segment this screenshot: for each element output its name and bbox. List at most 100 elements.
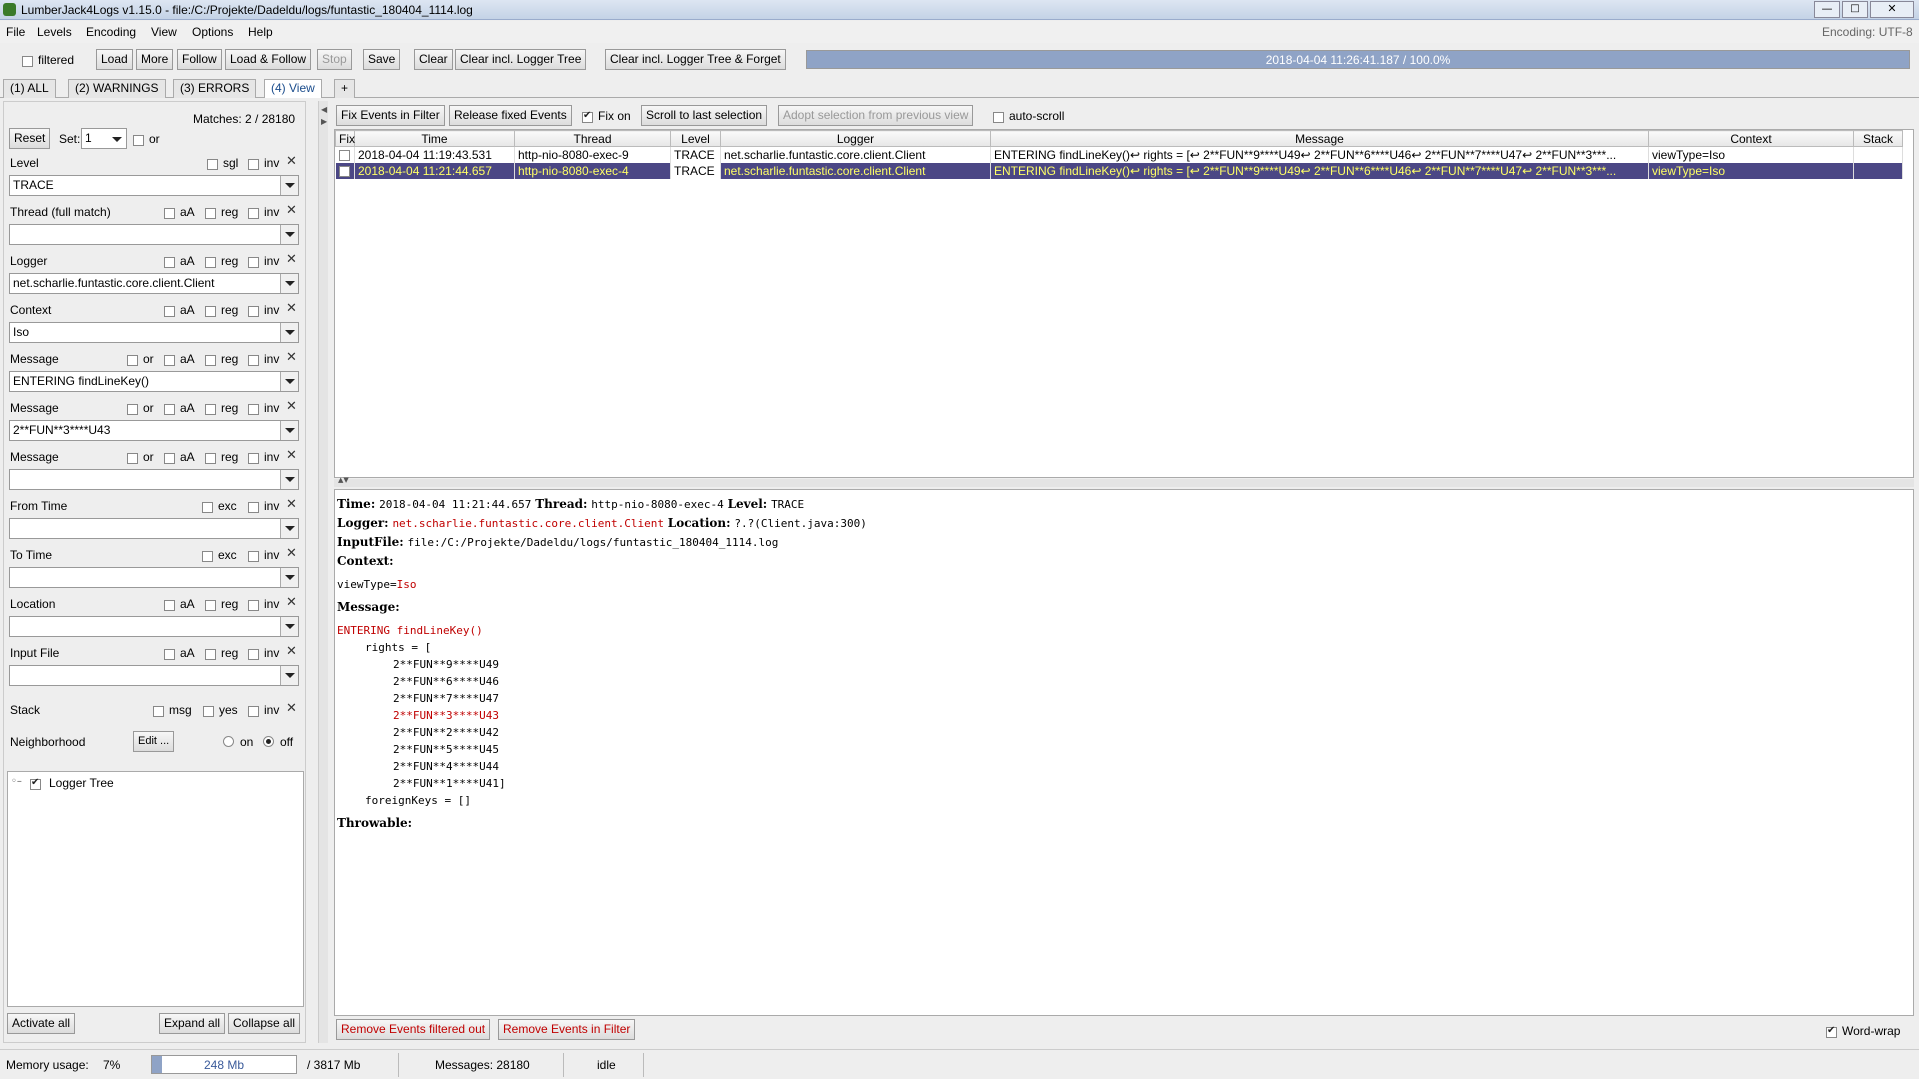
- location-reg-checkbox[interactable]: [205, 598, 216, 611]
- stop-button[interactable]: Stop: [317, 49, 352, 70]
- message2-aA-checkbox[interactable]: [164, 402, 175, 415]
- input-file-reg-checkbox[interactable]: [205, 647, 216, 660]
- clear-button[interactable]: Clear: [414, 49, 453, 70]
- tab-warnings[interactable]: (2) WARNINGS: [68, 79, 166, 98]
- load-follow-button[interactable]: Load & Follow: [225, 49, 312, 70]
- word-wrap-checkbox[interactable]: [1826, 1025, 1837, 1038]
- column-header-time[interactable]: Time: [354, 130, 515, 147]
- close-icon[interactable]: ✕: [286, 203, 297, 218]
- tab-errors[interactable]: (3) ERRORS: [173, 79, 257, 98]
- message1-reg-checkbox[interactable]: [205, 353, 216, 366]
- close-icon[interactable]: ✕: [286, 350, 297, 365]
- to-time-inv-checkbox[interactable]: [248, 549, 259, 562]
- filtered-checkbox[interactable]: [22, 54, 33, 67]
- release-fixed-events-button[interactable]: Release fixed Events: [449, 105, 572, 126]
- column-header-context[interactable]: Context: [1648, 130, 1854, 147]
- expand-right-icon[interactable]: ▶: [321, 117, 327, 126]
- neighborhood-on-radio[interactable]: [223, 736, 234, 747]
- close-icon[interactable]: ✕: [286, 497, 297, 512]
- expand-all-button[interactable]: Expand all: [159, 1013, 226, 1034]
- input-file-aA-checkbox[interactable]: [164, 647, 175, 660]
- message3-or-checkbox[interactable]: [127, 451, 138, 464]
- message3-reg-checkbox[interactable]: [205, 451, 216, 464]
- stack-yes-checkbox[interactable]: [203, 704, 214, 717]
- logger-input[interactable]: net.scharlie.funtastic.core.client.Clien…: [9, 273, 299, 294]
- message2-or-checkbox[interactable]: [127, 402, 138, 415]
- context-aA-checkbox[interactable]: [164, 304, 175, 317]
- close-icon[interactable]: ✕: [286, 448, 297, 463]
- message1-inv-checkbox[interactable]: [248, 353, 259, 366]
- level-select[interactable]: TRACE: [9, 175, 299, 196]
- tab-view[interactable]: (4) View: [264, 79, 322, 98]
- add-tab-button[interactable]: +: [334, 79, 356, 98]
- to-time-exc-checkbox[interactable]: [202, 549, 213, 562]
- activate-all-button[interactable]: Activate all: [7, 1013, 76, 1034]
- follow-button[interactable]: Follow: [177, 49, 222, 70]
- logger-aA-checkbox[interactable]: [164, 255, 175, 268]
- vertical-splitter[interactable]: ◀ ▶: [318, 101, 328, 1043]
- tab-all[interactable]: (1) ALL: [3, 79, 56, 98]
- collapse-all-button[interactable]: Collapse all: [228, 1013, 301, 1034]
- scroll-to-last-selection-button[interactable]: Scroll to last selection: [641, 105, 768, 126]
- message3-input[interactable]: [9, 469, 299, 490]
- close-icon[interactable]: ✕: [286, 595, 297, 610]
- horizontal-splitter[interactable]: ▲▼: [334, 476, 1914, 487]
- set-or-checkbox[interactable]: [133, 133, 144, 146]
- location-aA-checkbox[interactable]: [164, 598, 175, 611]
- to-time-input[interactable]: [9, 567, 299, 588]
- stack-inv-checkbox[interactable]: [248, 704, 259, 717]
- message2-inv-checkbox[interactable]: [248, 402, 259, 415]
- menu-levels[interactable]: Levels: [37, 25, 72, 39]
- menu-encoding[interactable]: Encoding: [86, 25, 136, 39]
- column-header-message[interactable]: Message: [990, 130, 1649, 147]
- thread-input[interactable]: [9, 224, 299, 245]
- save-button[interactable]: Save: [363, 49, 401, 70]
- logger-reg-checkbox[interactable]: [205, 255, 216, 268]
- menu-options[interactable]: Options: [192, 25, 233, 39]
- stack-msg-checkbox[interactable]: [153, 704, 164, 717]
- input-file-inv-checkbox[interactable]: [248, 647, 259, 660]
- close-icon[interactable]: ✕: [286, 644, 297, 659]
- close-icon[interactable]: ✕: [286, 252, 297, 267]
- from-time-exc-checkbox[interactable]: [202, 500, 213, 513]
- level-sgl-checkbox[interactable]: [207, 157, 218, 170]
- load-button[interactable]: Load: [96, 49, 133, 70]
- thread-inv-checkbox[interactable]: [248, 206, 259, 219]
- clear-logger-tree-button[interactable]: Clear incl. Logger Tree: [455, 49, 587, 70]
- adopt-selection-button[interactable]: Adopt selection from previous view: [778, 105, 974, 126]
- fix-cell[interactable]: [335, 162, 355, 179]
- location-input[interactable]: [9, 616, 299, 637]
- neighborhood-off-radio[interactable]: [263, 736, 274, 747]
- message3-aA-checkbox[interactable]: [164, 451, 175, 464]
- table-row-selected[interactable]: 2018-04-04 11:21:44.657 http-nio-8080-ex…: [335, 162, 1903, 179]
- message1-or-checkbox[interactable]: [127, 353, 138, 366]
- set-select[interactable]: 1: [81, 128, 127, 149]
- message3-inv-checkbox[interactable]: [248, 451, 259, 464]
- more-button[interactable]: More: [136, 49, 174, 70]
- context-reg-checkbox[interactable]: [205, 304, 216, 317]
- thread-reg-checkbox[interactable]: [205, 206, 216, 219]
- context-input[interactable]: Iso: [9, 322, 299, 343]
- level-inv-checkbox[interactable]: [248, 157, 259, 170]
- splitter-arrows-icon[interactable]: ▲▼: [338, 476, 349, 484]
- close-icon[interactable]: ✕: [286, 301, 297, 316]
- auto-scroll-checkbox[interactable]: [993, 110, 1004, 123]
- logger-inv-checkbox[interactable]: [248, 255, 259, 268]
- message1-input[interactable]: ENTERING findLineKey(): [9, 371, 299, 392]
- tree-expand-icon[interactable]: ◦–: [11, 776, 22, 787]
- close-icon[interactable]: ✕: [286, 701, 297, 716]
- remove-events-filtered-out-button[interactable]: Remove Events filtered out: [336, 1019, 491, 1040]
- close-icon[interactable]: ✕: [286, 399, 297, 414]
- collapse-left-icon[interactable]: ◀: [321, 105, 327, 114]
- column-header-logger[interactable]: Logger: [720, 130, 991, 147]
- column-header-thread[interactable]: Thread: [514, 130, 671, 147]
- message1-aA-checkbox[interactable]: [164, 353, 175, 366]
- column-header-level[interactable]: Level: [670, 130, 721, 147]
- location-inv-checkbox[interactable]: [248, 598, 259, 611]
- column-header-stack[interactable]: Stack: [1853, 130, 1903, 147]
- remove-events-in-filter-button[interactable]: Remove Events in Filter: [498, 1019, 636, 1040]
- logger-tree-checkbox[interactable]: [30, 777, 41, 790]
- clear-forget-button[interactable]: Clear incl. Logger Tree & Forget: [605, 49, 786, 70]
- thread-aA-checkbox[interactable]: [164, 206, 175, 219]
- message2-reg-checkbox[interactable]: [205, 402, 216, 415]
